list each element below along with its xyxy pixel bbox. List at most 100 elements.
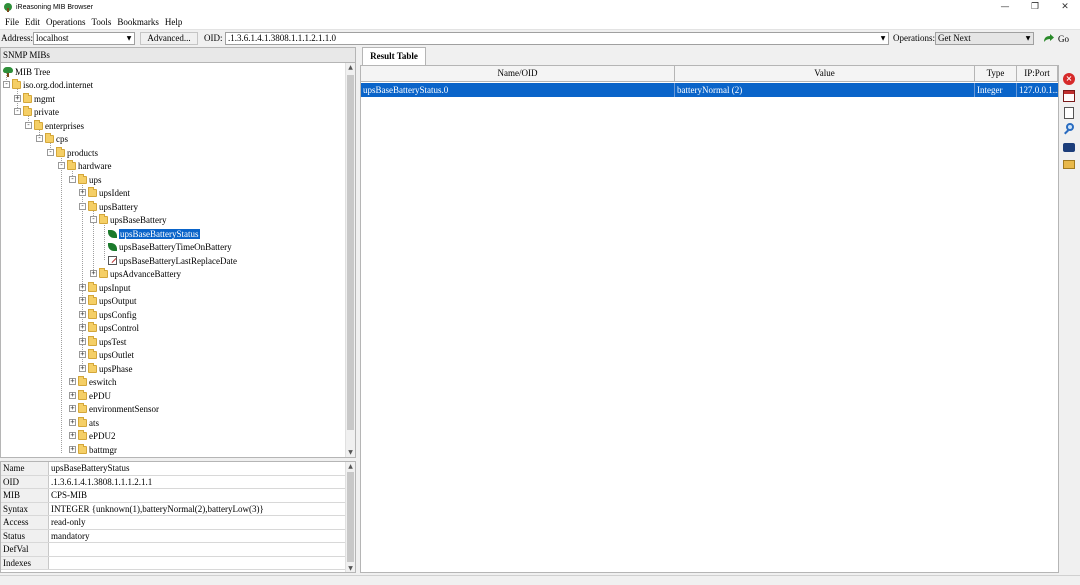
tree-node-mgmt[interactable]: + mgmt bbox=[14, 92, 55, 105]
collapse-icon[interactable]: - bbox=[58, 162, 65, 169]
expand-icon[interactable]: + bbox=[14, 95, 21, 102]
property-row-indexes[interactable]: Indexes bbox=[1, 556, 347, 570]
column-header-value[interactable]: Value bbox=[675, 66, 975, 82]
camera-icon[interactable] bbox=[1063, 143, 1075, 152]
property-row-name[interactable]: Name upsBaseBatteryStatus bbox=[1, 462, 347, 476]
menu-help[interactable]: Help bbox=[162, 17, 186, 27]
table-icon[interactable] bbox=[1063, 90, 1075, 102]
tree-node-iso-org-dod-internet[interactable]: - iso.org.dod.internet bbox=[3, 78, 93, 91]
minimize-button[interactable]: — bbox=[990, 0, 1020, 14]
expand-icon[interactable]: + bbox=[79, 311, 86, 318]
table-row[interactable]: upsBaseBatteryStatus.0 batteryNormal (2)… bbox=[361, 83, 1058, 97]
tree-node-environmentsensor[interactable]: + environmentSensor bbox=[69, 402, 159, 415]
scroll-thumb[interactable] bbox=[347, 75, 354, 430]
tree-node-enterprises[interactable]: - enterprises bbox=[25, 119, 84, 132]
tree-node-upsinput[interactable]: + upsInput bbox=[79, 281, 131, 294]
tree-node-upsbasebatterytimeonbattery[interactable]: upsBaseBatteryTimeOnBattery bbox=[108, 240, 232, 253]
tree-scrollbar[interactable]: ▲ ▼ bbox=[345, 63, 355, 457]
tree-node-upscontrol[interactable]: + upsControl bbox=[79, 321, 139, 334]
tree-node-upsbasebattery[interactable]: - upsBaseBattery bbox=[90, 213, 167, 226]
expand-icon[interactable]: + bbox=[79, 189, 86, 196]
tree-node-upsadvancebattery[interactable]: + upsAdvanceBattery bbox=[90, 267, 181, 280]
expand-icon[interactable]: + bbox=[79, 338, 86, 345]
menu-file[interactable]: File bbox=[2, 17, 22, 27]
tree-node-upsoutput[interactable]: + upsOutput bbox=[79, 294, 137, 307]
scroll-up-icon[interactable]: ▲ bbox=[346, 63, 355, 73]
menu-edit[interactable]: Edit bbox=[22, 17, 43, 27]
tree-node-epdu[interactable]: + ePDU bbox=[69, 389, 111, 402]
property-row-status[interactable]: Status mandatory bbox=[1, 529, 347, 543]
expand-icon[interactable]: + bbox=[69, 392, 76, 399]
property-row-mib[interactable]: MIB CPS-MIB bbox=[1, 489, 347, 503]
maximize-button[interactable]: ❐ bbox=[1020, 0, 1050, 14]
tree-node-battmgr[interactable]: + battmgr bbox=[69, 443, 117, 456]
tree-node-upstest[interactable]: + upsTest bbox=[79, 335, 126, 348]
collapse-icon[interactable]: - bbox=[3, 81, 10, 88]
mib-tree[interactable]: MIB Tree - iso.org.dod.internet + mgmt -… bbox=[0, 63, 356, 458]
expand-icon[interactable]: + bbox=[69, 405, 76, 412]
column-header-type[interactable]: Type bbox=[975, 66, 1017, 82]
collapse-icon[interactable]: - bbox=[69, 176, 76, 183]
collapse-icon[interactable]: - bbox=[14, 108, 21, 115]
properties-scrollbar[interactable]: ▲ ▼ bbox=[345, 462, 355, 572]
property-row-syntax[interactable]: Syntax INTEGER {unknown(1),batteryNormal… bbox=[1, 502, 347, 516]
scroll-up-icon[interactable]: ▲ bbox=[346, 462, 355, 472]
column-header-name-oid[interactable]: Name/OID bbox=[361, 66, 675, 82]
collapse-icon[interactable]: - bbox=[47, 149, 54, 156]
tree-node-upsconfig[interactable]: + upsConfig bbox=[79, 308, 137, 321]
collapse-icon[interactable]: - bbox=[36, 135, 43, 142]
collapse-icon[interactable]: - bbox=[79, 203, 86, 210]
oid-combo[interactable]: .1.3.6.1.4.1.3808.1.1.1.2.1.1.0 ▼ bbox=[225, 32, 889, 45]
tree-node-upsbattery[interactable]: - upsBattery bbox=[79, 200, 138, 213]
expand-icon[interactable]: + bbox=[69, 432, 76, 439]
tree-node-mib-tree[interactable]: MIB Tree bbox=[3, 65, 50, 78]
tree-node-upsbasebatterylastreplacedate[interactable]: upsBaseBatteryLastReplaceDate bbox=[108, 254, 237, 267]
tree-node-cps[interactable]: - cps bbox=[36, 132, 68, 145]
document-icon[interactable] bbox=[1064, 107, 1074, 119]
tree-node-upsphase[interactable]: + upsPhase bbox=[79, 362, 133, 375]
column-header-ip-port[interactable]: IP:Port bbox=[1017, 66, 1058, 82]
go-button[interactable]: Go bbox=[1043, 32, 1069, 45]
property-row-access[interactable]: Access read-only bbox=[1, 516, 347, 530]
tree-node-upsoutlet[interactable]: + upsOutlet bbox=[79, 348, 134, 361]
property-row-defval[interactable]: DefVal bbox=[1, 543, 347, 557]
expand-icon[interactable]: + bbox=[69, 419, 76, 426]
tree-node-upsbasebatterystatus[interactable]: upsBaseBatteryStatus bbox=[108, 227, 200, 240]
scroll-thumb[interactable] bbox=[347, 472, 354, 562]
tree-node-ats[interactable]: + ats bbox=[69, 416, 99, 429]
expand-icon[interactable]: + bbox=[79, 365, 86, 372]
expand-icon[interactable]: + bbox=[69, 378, 76, 385]
tree-node-eswitch[interactable]: + eswitch bbox=[69, 375, 117, 388]
address-combo[interactable]: localhost ▼ bbox=[33, 32, 135, 45]
tree-node-upsident[interactable]: + upsIdent bbox=[79, 186, 130, 199]
expand-icon[interactable]: + bbox=[79, 284, 86, 291]
tree-node-hardware[interactable]: - hardware bbox=[58, 159, 111, 172]
menu-bookmarks[interactable]: Bookmarks bbox=[114, 17, 162, 27]
expand-icon[interactable]: + bbox=[69, 446, 76, 453]
menu-tools[interactable]: Tools bbox=[89, 17, 115, 27]
expand-icon[interactable]: + bbox=[90, 270, 97, 277]
collapse-icon[interactable]: - bbox=[25, 122, 32, 129]
chevron-down-icon[interactable]: ▼ bbox=[1023, 33, 1033, 44]
open-folder-icon[interactable] bbox=[1063, 160, 1075, 169]
menu-operations[interactable]: Operations bbox=[43, 17, 89, 27]
scroll-down-icon[interactable]: ▼ bbox=[346, 564, 355, 572]
chevron-down-icon[interactable]: ▼ bbox=[124, 33, 134, 44]
tree-node-epdu2[interactable]: + ePDU2 bbox=[69, 429, 116, 442]
expand-icon[interactable]: + bbox=[79, 324, 86, 331]
advanced-button[interactable]: Advanced... bbox=[140, 32, 198, 45]
chevron-down-icon[interactable]: ▼ bbox=[878, 33, 888, 44]
expand-icon[interactable]: + bbox=[79, 351, 86, 358]
tree-node-ups[interactable]: - ups bbox=[69, 173, 102, 186]
stop-icon[interactable]: × bbox=[1063, 73, 1075, 85]
expand-icon[interactable]: + bbox=[79, 297, 86, 304]
tab-result-table[interactable]: Result Table bbox=[362, 47, 426, 65]
collapse-icon[interactable]: - bbox=[90, 216, 97, 223]
property-row-oid[interactable]: OID .1.3.6.1.4.1.3808.1.1.1.2.1.1 bbox=[1, 475, 347, 489]
close-button[interactable]: ✕ bbox=[1050, 0, 1080, 14]
tree-node-products[interactable]: - products bbox=[47, 146, 98, 159]
scroll-down-icon[interactable]: ▼ bbox=[346, 448, 355, 457]
find-icon[interactable] bbox=[1063, 123, 1075, 135]
operations-select[interactable]: Get Next ▼ bbox=[935, 32, 1034, 45]
tree-node-private[interactable]: - private bbox=[14, 105, 59, 118]
